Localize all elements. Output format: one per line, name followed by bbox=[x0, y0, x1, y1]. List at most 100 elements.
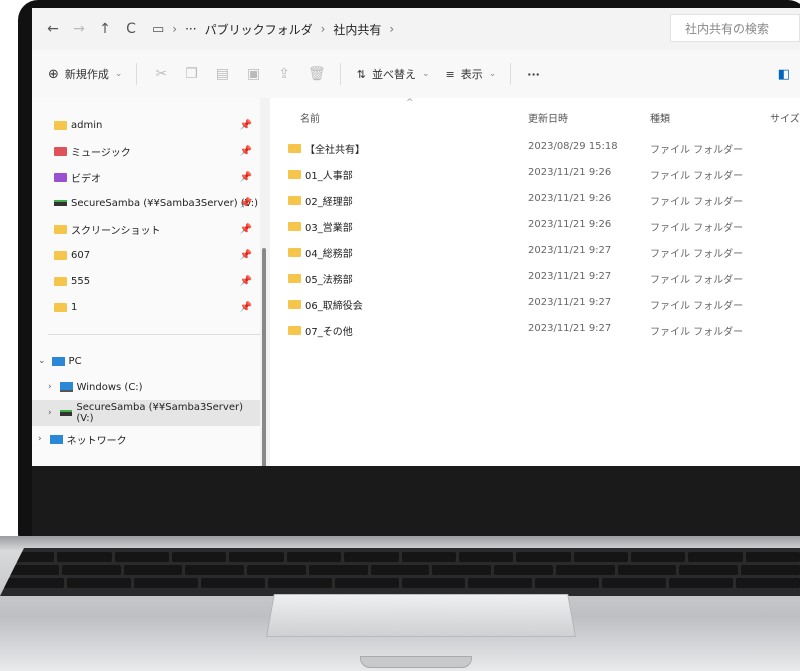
file-name: 01_人事部 bbox=[305, 171, 353, 182]
sort-button[interactable]: ⇅ 並べ替え ⌄ bbox=[357, 66, 430, 82]
forward-button[interactable]: → bbox=[66, 21, 92, 37]
laptop-hinge bbox=[0, 536, 800, 550]
pin-icon[interactable]: 📌 bbox=[240, 172, 252, 183]
breadcrumb-shared[interactable]: 社内共有 bbox=[333, 21, 381, 38]
rename-icon[interactable]: ▣ bbox=[247, 66, 260, 82]
nav-item-music[interactable]: ミュージック 📌 bbox=[32, 138, 260, 164]
file-name: 05_法務部 bbox=[305, 275, 353, 286]
copy-icon[interactable]: ❐ bbox=[185, 66, 198, 82]
file-date: 2023/11/21 9:26 bbox=[528, 219, 612, 230]
nav-item-screenshots[interactable]: スクリーンショット 📌 bbox=[32, 216, 260, 242]
column-header-size[interactable]: サイズ bbox=[770, 110, 800, 125]
file-date: 2023/11/21 9:27 bbox=[528, 297, 612, 308]
folder-icon bbox=[54, 224, 67, 234]
nav-item-555[interactable]: 555 📌 bbox=[32, 268, 260, 294]
table-row[interactable]: 03_営業部 2023/11/21 9:26 ファイル フォルダー bbox=[270, 212, 800, 238]
file-date: 2023/11/21 9:27 bbox=[528, 271, 612, 282]
paste-icon[interactable]: ▤ bbox=[216, 66, 229, 82]
chevron-right-icon[interactable]: › bbox=[48, 382, 52, 392]
file-name: 06_取締役会 bbox=[305, 301, 363, 312]
back-button[interactable]: ← bbox=[40, 21, 66, 37]
column-header-type[interactable]: 種類 bbox=[650, 110, 670, 125]
file-name: 04_総務部 bbox=[305, 249, 353, 260]
chevron-down-icon: ⌄ bbox=[488, 69, 497, 79]
folder-icon bbox=[288, 144, 301, 153]
chevron-right-icon[interactable]: › bbox=[38, 434, 42, 444]
pin-icon[interactable]: 📌 bbox=[240, 224, 252, 235]
network-drive-icon bbox=[59, 410, 73, 416]
more-options-button[interactable]: ··· bbox=[527, 68, 540, 81]
nav-item-607[interactable]: 607 📌 bbox=[32, 242, 260, 268]
chevron-right-icon: › bbox=[320, 22, 326, 36]
laptop-keyboard bbox=[0, 548, 800, 596]
file-type: ファイル フォルダー bbox=[650, 171, 744, 182]
nav-item-securesamba[interactable]: SecureSamba (¥¥Samba3Server) (V:) 📌 bbox=[32, 190, 260, 216]
table-row[interactable]: 07_その他 2023/11/21 9:27 ファイル フォルダー bbox=[270, 316, 800, 342]
table-row[interactable]: 02_経理部 2023/11/21 9:26 ファイル フォルダー bbox=[270, 186, 800, 212]
folder-icon bbox=[288, 300, 301, 309]
delete-icon[interactable]: 🗑 bbox=[308, 66, 326, 82]
cut-icon[interactable]: ✂ bbox=[155, 66, 167, 82]
pc-icon bbox=[51, 356, 65, 366]
nav-item-admin[interactable]: admin 📌 bbox=[32, 112, 260, 138]
file-name: 02_経理部 bbox=[305, 197, 353, 208]
chevron-down-icon: ⌄ bbox=[114, 69, 123, 79]
column-header-date[interactable]: 更新日時 bbox=[528, 110, 568, 125]
nav-scrollbar[interactable] bbox=[260, 98, 270, 466]
laptop-bezel-bottom bbox=[32, 466, 800, 540]
column-header-name[interactable]: 名前 bbox=[300, 110, 320, 125]
pin-icon[interactable]: 📌 bbox=[240, 146, 252, 157]
breadcrumb-overflow[interactable]: ··· bbox=[185, 22, 196, 36]
nav-item-windows-c[interactable]: › Windows (C:) bbox=[32, 374, 260, 400]
pin-icon[interactable]: 📌 bbox=[240, 198, 252, 209]
folder-icon bbox=[54, 120, 67, 130]
nav-item-pc[interactable]: ⌄ PC bbox=[32, 348, 260, 374]
toolbar-divider bbox=[510, 63, 512, 85]
chevron-down-icon: ⌄ bbox=[421, 69, 430, 79]
view-button[interactable]: ≡ 表示 ⌄ bbox=[446, 66, 497, 82]
table-row[interactable]: 04_総務部 2023/11/21 9:27 ファイル フォルダー bbox=[270, 238, 800, 264]
table-row[interactable]: 【全社共有】 2023/08/29 15:18 ファイル フォルダー bbox=[270, 134, 800, 160]
toolbar-divider bbox=[339, 63, 341, 85]
nav-item-securesamba-v[interactable]: › SecureSamba (¥¥Samba3Server) (V:) bbox=[32, 400, 260, 426]
table-row[interactable]: 06_取締役会 2023/11/21 9:27 ファイル フォルダー bbox=[270, 290, 800, 316]
nav-scrollbar-thumb[interactable] bbox=[262, 248, 266, 466]
chevron-right-icon[interactable]: › bbox=[389, 22, 394, 36]
new-button[interactable]: ⊕ 新規作成 ⌄ bbox=[48, 66, 122, 82]
pin-icon[interactable]: 📌 bbox=[240, 276, 252, 287]
drive-icon bbox=[59, 382, 73, 392]
file-type: ファイル フォルダー bbox=[650, 223, 744, 234]
pin-icon[interactable]: 📌 bbox=[240, 250, 252, 261]
nav-item-label: SecureSamba (¥¥Samba3Server) (V:) bbox=[71, 197, 259, 209]
file-type: ファイル フォルダー bbox=[650, 145, 744, 156]
pin-icon[interactable]: 📌 bbox=[240, 120, 252, 131]
nav-item-1[interactable]: 1 📌 bbox=[32, 294, 260, 320]
file-date: 2023/08/29 15:18 bbox=[528, 141, 618, 152]
nav-item-label: Windows (C:) bbox=[76, 381, 143, 393]
table-row[interactable]: 05_法務部 2023/11/21 9:27 ファイル フォルダー bbox=[270, 264, 800, 290]
nav-item-label: admin bbox=[71, 119, 103, 131]
table-row[interactable]: 01_人事部 2023/11/21 9:26 ファイル フォルダー bbox=[270, 160, 800, 186]
new-label: 新規作成 bbox=[64, 68, 109, 81]
laptop-front-notch bbox=[360, 656, 472, 668]
breadcrumb-public-folder[interactable]: パブリックフォルダ bbox=[205, 21, 313, 38]
nav-item-network[interactable]: › ネットワーク bbox=[32, 426, 260, 452]
up-button[interactable]: ↑ bbox=[92, 21, 118, 37]
file-name: 03_営業部 bbox=[305, 223, 353, 234]
file-type: ファイル フォルダー bbox=[650, 301, 744, 312]
sort-icon: ⇅ bbox=[356, 67, 366, 81]
refresh-button[interactable]: C bbox=[118, 21, 144, 37]
nav-item-label: 555 bbox=[71, 275, 91, 287]
toolbar-divider bbox=[136, 63, 138, 85]
share-icon[interactable]: ⇪ bbox=[278, 66, 290, 82]
chevron-right-icon[interactable]: › bbox=[48, 408, 52, 418]
search-input[interactable]: 社内共有の検索 bbox=[670, 14, 800, 42]
pc-monitor-icon[interactable]: ▭ bbox=[152, 22, 164, 37]
file-date: 2023/11/21 9:26 bbox=[528, 167, 612, 178]
file-type: ファイル フォルダー bbox=[650, 197, 744, 208]
details-pane-icon[interactable]: ◧ bbox=[778, 67, 790, 82]
pin-icon[interactable]: 📌 bbox=[240, 302, 252, 313]
chevron-down-icon[interactable]: ⌄ bbox=[38, 356, 46, 366]
file-date: 2023/11/21 9:27 bbox=[528, 245, 612, 256]
nav-item-video[interactable]: ビデオ 📌 bbox=[32, 164, 260, 190]
